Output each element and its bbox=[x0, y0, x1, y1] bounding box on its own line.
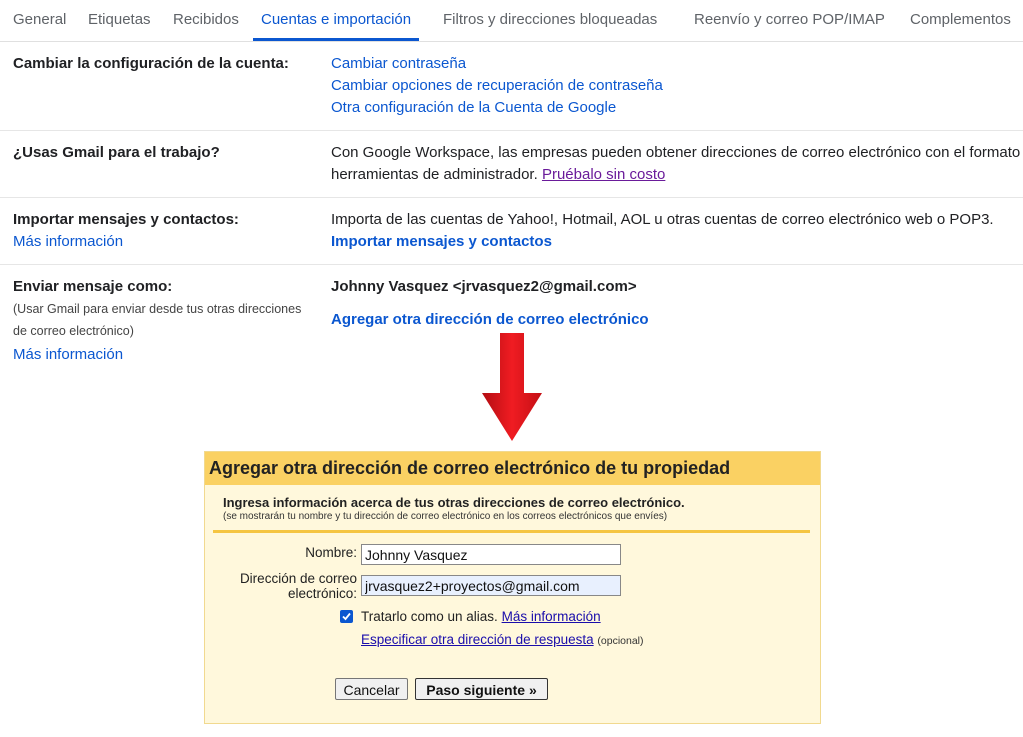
tab-reenvio[interactable]: Reenvío y correo POP/IMAP bbox=[694, 0, 885, 40]
tab-cuentas[interactable]: Cuentas e importación bbox=[252, 0, 420, 41]
divider bbox=[0, 264, 1023, 265]
import-messages-link[interactable]: Importar mensajes y contactos bbox=[331, 233, 552, 250]
work-label: ¿Usas Gmail para el trabajo? bbox=[13, 144, 220, 161]
reply-row: Especificar otra dirección de respuesta … bbox=[361, 632, 644, 647]
send-as-more-info-link[interactable]: Más información bbox=[13, 346, 123, 363]
alias-more-info-link[interactable]: Más información bbox=[502, 609, 601, 624]
dialog-title: Agregar otra dirección de correo electró… bbox=[205, 452, 820, 485]
dialog-divider bbox=[213, 530, 810, 533]
email-label: Dirección de correo electrónico: bbox=[240, 571, 357, 601]
email-label-line-1: Dirección de correo bbox=[239, 571, 357, 586]
send-as-note: (Usar Gmail para enviar desde tus otras … bbox=[13, 302, 302, 316]
add-address-dialog: Agregar otra dirección de correo electró… bbox=[204, 451, 821, 724]
settings-tabs: General Etiquetas Recibidos Cuentas e im… bbox=[0, 0, 1023, 42]
workspace-description: Con Google Workspace, las empresas puede… bbox=[331, 144, 1021, 161]
tab-complementos[interactable]: Complementos bbox=[910, 0, 1011, 40]
google-account-settings-link[interactable]: Otra configuración de la Cuenta de Googl… bbox=[331, 99, 616, 116]
email-input[interactable] bbox=[361, 575, 621, 596]
next-step-button[interactable]: Paso siguiente » bbox=[415, 678, 548, 700]
divider bbox=[0, 130, 1023, 131]
alias-checkbox[interactable] bbox=[340, 610, 353, 623]
check-icon bbox=[342, 612, 351, 621]
alias-row: Tratarlo como un alias. Más información bbox=[361, 609, 601, 624]
workspace-admin-text: herramientas de administrador. bbox=[331, 166, 538, 183]
import-description: Importa de las cuentas de Yahoo!, Hotmai… bbox=[331, 211, 994, 228]
workspace-description-2: herramientas de administrador. Pruébalo … bbox=[331, 166, 665, 183]
tab-etiquetas[interactable]: Etiquetas bbox=[88, 0, 151, 40]
cancel-button[interactable]: Cancelar bbox=[335, 678, 408, 700]
tab-filtros[interactable]: Filtros y direcciones bloqueadas bbox=[443, 0, 657, 40]
change-recovery-link[interactable]: Cambiar opciones de recuperación de cont… bbox=[331, 77, 663, 94]
change-password-link[interactable]: Cambiar contraseña bbox=[331, 55, 466, 72]
add-another-address-link[interactable]: Agregar otra dirección de correo electró… bbox=[331, 311, 649, 328]
tab-recibidos[interactable]: Recibidos bbox=[173, 0, 239, 40]
account-settings-label: Cambiar la configuración de la cuenta: bbox=[13, 55, 289, 72]
send-as-note-2: de correo electrónico) bbox=[13, 324, 134, 338]
dialog-heading: Ingresa información acerca de tus otras … bbox=[223, 495, 685, 510]
name-input[interactable] bbox=[361, 544, 621, 565]
send-as-label: Enviar mensaje como: bbox=[13, 278, 173, 295]
send-as-identity: Johnny Vasquez <jrvasquez2@gmail.com> bbox=[331, 278, 637, 295]
tab-general[interactable]: General bbox=[13, 0, 66, 40]
name-label: Nombre: bbox=[305, 545, 357, 560]
divider bbox=[0, 197, 1023, 198]
optional-note: (opcional) bbox=[597, 635, 644, 647]
alias-text: Tratarlo como un alias. bbox=[361, 609, 498, 624]
import-more-info-link[interactable]: Más información bbox=[13, 233, 123, 250]
specify-reply-address-link[interactable]: Especificar otra dirección de respuesta bbox=[361, 632, 594, 647]
email-label-line-2: electrónico: bbox=[287, 586, 357, 601]
import-label: Importar mensajes y contactos: bbox=[13, 211, 239, 228]
dialog-subheading: (se mostrarán tu nombre y tu dirección d… bbox=[223, 511, 668, 522]
down-arrow-icon bbox=[482, 333, 542, 441]
try-free-link[interactable]: Pruébalo sin costo bbox=[542, 166, 665, 183]
